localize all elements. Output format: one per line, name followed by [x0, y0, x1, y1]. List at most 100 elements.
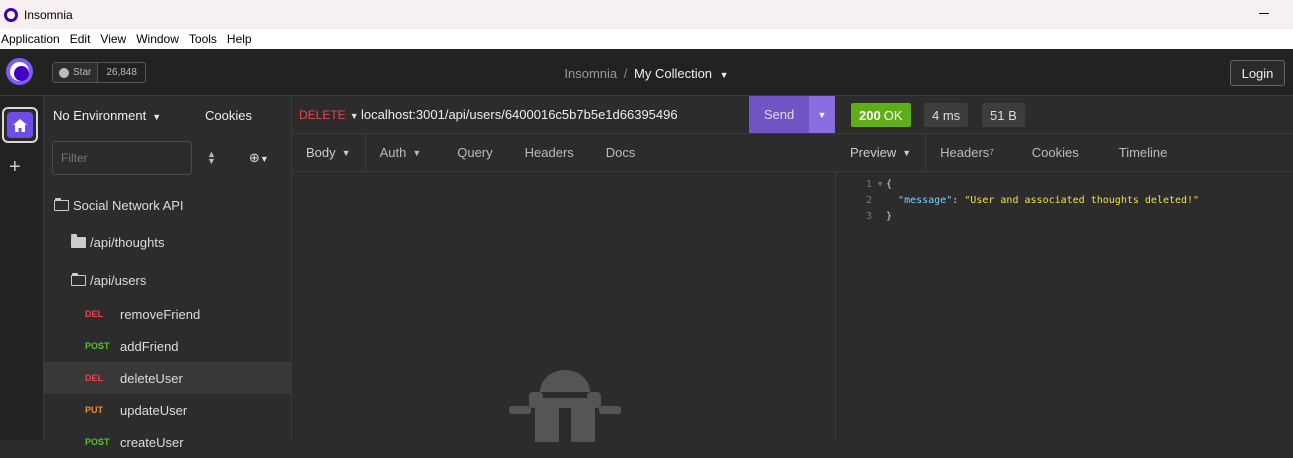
folder-social-network-api[interactable]: Social Network API [44, 189, 291, 221]
tab-label: Docs [605, 145, 636, 160]
login-button[interactable]: Login [1230, 60, 1285, 86]
chevron-down-icon: ▼ [412, 147, 422, 158]
method-label: DELETE [299, 108, 346, 122]
method-badge: DEL [85, 309, 103, 319]
request-body-panel [292, 172, 836, 442]
tab-response-cookies[interactable]: Cookies [1008, 134, 1093, 172]
request-name: updateUser [120, 402, 188, 418]
request-item[interactable]: POST addFriend [44, 330, 291, 362]
status-badge: 200 OK [851, 103, 911, 127]
chevron-down-icon: ▼ [817, 109, 827, 120]
environment-label: No Environment [53, 108, 147, 123]
menu-application[interactable]: Application [0, 32, 60, 46]
url-input[interactable]: localhost:3001/api/users/6400016c5b7b5e1… [361, 107, 678, 122]
left-rail: + [0, 96, 44, 440]
send-button[interactable]: Send [749, 96, 809, 133]
folder-open-icon [54, 197, 69, 211]
breadcrumb-collection[interactable]: My Collection [634, 66, 712, 81]
method-badge: DEL [85, 373, 103, 383]
sort-icon[interactable]: ▲ ▼ [207, 150, 216, 166]
menu-help[interactable]: Help [226, 32, 252, 46]
request-item[interactable]: PUT updateUser [44, 394, 291, 426]
folder-icon [71, 233, 86, 248]
window-title: Insomnia [24, 7, 73, 22]
app-header: Star 26,848 Insomnia / My Collection ▼ L… [0, 49, 1293, 96]
response-status-bar: 200 OK 4 ms 51 B [836, 96, 1293, 134]
window-titlebar: Insomnia [0, 0, 1293, 29]
minimize-icon[interactable] [1259, 13, 1269, 14]
cookies-button[interactable]: Cookies [205, 108, 252, 123]
code-line: 1 ▼ { [836, 176, 892, 192]
chevron-down-icon: ▼ [902, 147, 912, 158]
status-text: OK [883, 107, 903, 123]
request-name: deleteUser [120, 370, 183, 386]
code-text: } [886, 210, 893, 222]
headers-count-badge: 7 [989, 148, 994, 157]
tab-response-headers[interactable]: Headers 7 [926, 134, 1008, 172]
tab-label: Headers [940, 145, 990, 160]
method-badge: PUT [85, 405, 103, 415]
line-number: 1 [865, 178, 872, 190]
folder-label: /api/thoughts [90, 234, 165, 250]
tab-label: Auth [379, 145, 407, 160]
request-name: addFriend [120, 338, 179, 354]
sidebar: No Environment ▼ Cookies ▲▼ ⊕▼ Social Net… [44, 96, 292, 450]
status-code: 200 [859, 107, 881, 123]
add-request-menu-icon[interactable]: ⊕▼ [249, 150, 269, 166]
breadcrumb-workspace[interactable]: Insomnia [564, 66, 617, 81]
folder-label: Social Network API [73, 197, 184, 213]
request-item[interactable]: POST createUser [44, 426, 291, 458]
folder-api-users[interactable]: /api/users [44, 264, 291, 296]
tab-label: Preview [850, 145, 897, 160]
menu-window[interactable]: Window [135, 32, 179, 46]
send-options-button[interactable]: ▼ [809, 96, 835, 133]
filter-input[interactable] [52, 141, 192, 175]
tab-auth[interactable]: Auth ▼ [366, 134, 436, 172]
menu-tools[interactable]: Tools [188, 32, 217, 46]
home-button[interactable] [2, 107, 38, 143]
chevron-down-icon: ▼ [341, 147, 351, 158]
response-size: 51 B [982, 103, 1025, 127]
response-preview[interactable]: 1 ▼ { 2 "message": "User and associated … [836, 172, 1293, 440]
method-selector[interactable]: DELETE ▼ [299, 108, 359, 122]
line-number: 2 [865, 194, 872, 206]
tab-preview[interactable]: Preview ▼ [836, 133, 927, 172]
code-line: 3 } [836, 208, 892, 224]
response-time: 4 ms [924, 103, 969, 127]
line-number: 3 [865, 210, 872, 222]
add-icon[interactable]: + [9, 156, 21, 179]
folder-label: /api/users [90, 272, 147, 288]
method-badge: POST [85, 341, 110, 351]
folder-api-thoughts[interactable]: /api/thoughts [44, 226, 291, 258]
breadcrumb: Insomnia / My Collection ▼ [0, 66, 1293, 81]
json-key: "message" [898, 194, 953, 206]
tab-query[interactable]: Query [435, 134, 506, 172]
tab-label: Timeline [1118, 145, 1168, 160]
code-text: "message": "User and associated thoughts… [886, 195, 1199, 206]
chevron-down-icon: ▼ [152, 112, 162, 122]
tab-body[interactable]: Body ▼ [292, 133, 366, 172]
request-item-active[interactable]: DEL deleteUser [44, 362, 291, 394]
tab-timeline[interactable]: Timeline [1093, 134, 1182, 172]
environment-selector[interactable]: No Environment ▼ [53, 108, 161, 123]
request-name: createUser [120, 434, 184, 450]
request-tabs: Body ▼ Auth ▼ Query Headers Docs [292, 133, 836, 172]
menu-edit[interactable]: Edit [69, 32, 91, 46]
chevron-down-icon[interactable]: ▼ [720, 70, 729, 80]
url-bar: DELETE ▼ localhost:3001/api/users/6400016… [292, 96, 836, 134]
method-badge: POST [85, 437, 110, 447]
tab-docs[interactable]: Docs [588, 134, 650, 172]
environment-bar: No Environment ▼ Cookies [44, 96, 292, 134]
home-icon [7, 112, 33, 138]
request-item[interactable]: DEL removeFriend [44, 298, 291, 330]
menubar: Application Edit View Window Tools Help [0, 29, 1293, 49]
tab-label: Headers [524, 145, 574, 160]
json-value: "User and associated thoughts deleted!" [964, 194, 1200, 206]
tab-label: Cookies [1031, 145, 1079, 160]
tab-headers[interactable]: Headers [507, 134, 588, 172]
code-text: { [886, 178, 893, 190]
fold-icon[interactable]: ▼ [878, 180, 886, 188]
tab-label: Body [306, 145, 336, 160]
menu-view[interactable]: View [99, 32, 126, 46]
code-line: 2 "message": "User and associated though… [836, 192, 1199, 208]
